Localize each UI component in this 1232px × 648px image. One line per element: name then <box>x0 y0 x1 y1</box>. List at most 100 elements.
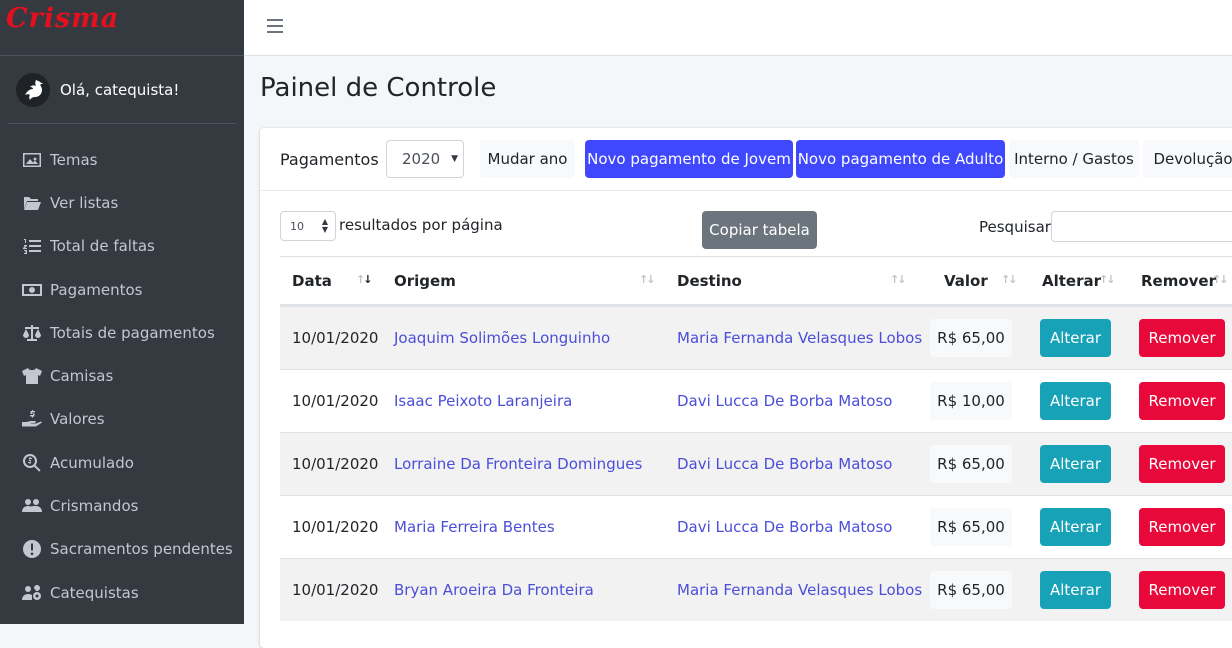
menu-toggle-icon[interactable] <box>267 19 283 35</box>
sidebar-item-acumulado[interactable]: Acumulado <box>0 441 244 484</box>
column-header-origem[interactable]: Origem <box>394 272 456 290</box>
remove-button[interactable]: Remover <box>1139 445 1225 483</box>
internal-expenses-button[interactable]: Interno / Gastos <box>1009 140 1139 178</box>
cell-data: 10/01/2020 <box>292 455 379 473</box>
year-select[interactable]: 2020 ▼ <box>386 140 464 178</box>
remove-button[interactable]: Remover <box>1139 319 1225 357</box>
chevron-down-icon: ▼ <box>451 154 458 164</box>
sidebar-item-label: Totais de pagamentos <box>50 323 215 342</box>
sidebar-item-catequistas[interactable]: Catequistas <box>0 571 244 614</box>
edit-button[interactable]: Alterar <box>1040 382 1111 420</box>
table-header: Data ↑↓ Origem ↑↓ Destino ↑↓ Valor ↑↓ Al… <box>280 256 1232 306</box>
cell-data: 10/01/2020 <box>292 392 379 410</box>
list-ol-icon <box>20 236 44 256</box>
cell-destino-link[interactable]: Davi Lucca De Borba Matoso <box>677 455 892 473</box>
sort-icon[interactable]: ↑↓ <box>1001 273 1018 286</box>
brand-logo[interactable]: Crisma <box>0 0 244 56</box>
sidebar-item-ver-listas[interactable]: Ver listas <box>0 181 244 224</box>
cell-valor: R$ 65,00 <box>930 445 1012 483</box>
sidebar-item-camisas[interactable]: Camisas <box>0 354 244 397</box>
users-icon <box>20 496 44 516</box>
column-header-alterar[interactable]: Alterar <box>1042 272 1101 290</box>
sort-desc-icon[interactable]: ↑↓ <box>356 273 373 286</box>
search-label: Pesquisar <box>979 218 1051 236</box>
copy-table-button[interactable]: Copiar tabela <box>702 211 817 249</box>
hand-holding-dollar-icon <box>20 409 44 429</box>
cell-origem-link[interactable]: Isaac Peixoto Laranjeira <box>394 392 572 410</box>
cell-destino-link[interactable]: Maria Fernanda Velasques Lobos <box>677 581 922 599</box>
sidebar-item-label: Acumulado <box>50 453 134 472</box>
column-header-data[interactable]: Data <box>292 272 332 290</box>
user-greeting[interactable]: Olá, catequista! <box>60 81 179 99</box>
remove-button[interactable]: Remover <box>1139 382 1225 420</box>
cell-valor: R$ 65,00 <box>930 319 1012 357</box>
cell-valor: R$ 65,00 <box>930 508 1012 546</box>
page-title: Painel de Controle <box>260 73 497 103</box>
card-header: Pagamentos 2020 ▼ Mudar ano Novo pagamen… <box>260 128 1232 191</box>
remove-button[interactable]: Remover <box>1139 508 1225 546</box>
cell-destino-link[interactable]: Maria Fernanda Velasques Lobos <box>677 329 922 347</box>
cell-origem-link[interactable]: Lorraine Da Fronteira Domingues <box>394 455 642 473</box>
edit-button[interactable]: Alterar <box>1040 319 1111 357</box>
sidebar-item-pagamentos[interactable]: Pagamentos <box>0 268 244 311</box>
cell-valor: R$ 10,00 <box>930 382 1012 420</box>
sidebar-item-label: Temas <box>50 150 98 169</box>
payments-card: Pagamentos 2020 ▼ Mudar ano Novo pagamen… <box>260 128 1232 648</box>
exclamation-circle-icon <box>20 539 44 559</box>
cell-origem-link[interactable]: Maria Ferreira Bentes <box>394 518 555 536</box>
sort-icon[interactable]: ↑↓ <box>1099 273 1116 286</box>
sidebar-item-total-faltas[interactable]: Total de faltas <box>0 225 244 268</box>
sidebar-item-totais-pagamentos[interactable]: Totais de pagamentos <box>0 311 244 354</box>
table-row: 10/01/2020 Maria Ferreira Bentes Davi Lu… <box>280 495 1232 558</box>
payments-table: Data ↑↓ Origem ↑↓ Destino ↑↓ Valor ↑↓ Al… <box>280 256 1232 621</box>
sidebar-nav: Temas Ver listas Total de faltas Pagamen… <box>0 124 244 614</box>
search-input[interactable] <box>1051 211 1232 242</box>
sidebar-item-sacramentos[interactable]: Sacramentos pendentes <box>0 528 244 571</box>
remove-button[interactable]: Remover <box>1139 571 1225 609</box>
edit-button[interactable]: Alterar <box>1040 445 1111 483</box>
table-row: 10/01/2020 Isaac Peixoto Laranjeira Davi… <box>280 369 1232 432</box>
cell-destino-link[interactable]: Davi Lucca De Borba Matoso <box>677 392 892 410</box>
sidebar-item-valores[interactable]: Valores <box>0 398 244 441</box>
sidebar-item-label: Total de faltas <box>50 237 155 256</box>
change-year-button[interactable]: Mudar ano <box>480 140 575 178</box>
table-row: 10/01/2020 Bryan Aroeira Da Fronteira Ma… <box>280 558 1232 621</box>
sidebar-item-label: Crismandos <box>50 497 139 516</box>
cell-origem-link[interactable]: Bryan Aroeira Da Fronteira <box>394 581 594 599</box>
payments-label: Pagamentos <box>280 150 379 169</box>
cell-data: 10/01/2020 <box>292 518 379 536</box>
money-bill-icon <box>20 280 44 300</box>
edit-button[interactable]: Alterar <box>1040 571 1111 609</box>
balance-scale-icon <box>20 323 44 343</box>
year-value: 2020 <box>402 150 441 168</box>
brand-name[interactable]: Crisma <box>6 3 119 34</box>
new-youth-payment-button[interactable]: Novo pagamento de Jovem <box>585 140 793 178</box>
sort-icon[interactable]: ↑↓ <box>639 273 656 286</box>
sort-icon[interactable]: ↑↓ <box>1212 273 1229 286</box>
page-length-select[interactable]: 10 ▲ ▼ <box>280 211 336 241</box>
cell-destino-link[interactable]: Davi Lucca De Borba Matoso <box>677 518 892 536</box>
sidebar-item-label: Camisas <box>50 367 114 386</box>
cell-data: 10/01/2020 <box>292 581 379 599</box>
table-row: 10/01/2020 Joaquim Solimões Longuinho Ma… <box>280 306 1232 369</box>
refund-button[interactable]: Devolução <box>1143 140 1232 178</box>
up-down-arrows-icon: ▲ ▼ <box>321 217 328 234</box>
users-cog-icon <box>20 583 44 603</box>
new-adult-payment-button[interactable]: Novo pagamento de Adulto <box>796 140 1005 178</box>
sidebar-item-label: Ver listas <box>50 193 119 212</box>
user-panel[interactable]: Olá, catequista! <box>8 56 236 124</box>
edit-button[interactable]: Alterar <box>1040 508 1111 546</box>
sidebar-item-label: Valores <box>50 410 105 429</box>
sidebar-item-label: Pagamentos <box>50 280 143 299</box>
dove-icon <box>16 72 50 107</box>
sort-icon[interactable]: ↑↓ <box>890 273 907 286</box>
sidebar-item-temas[interactable]: Temas <box>0 138 244 181</box>
column-header-destino[interactable]: Destino <box>677 272 742 290</box>
sidebar-item-crismandos[interactable]: Crismandos <box>0 484 244 527</box>
column-header-remover[interactable]: Remover <box>1141 272 1216 290</box>
search-dollar-icon <box>20 453 44 473</box>
column-header-valor[interactable]: Valor <box>944 272 988 290</box>
cell-origem-link[interactable]: Joaquim Solimões Longuinho <box>394 329 610 347</box>
tshirt-icon <box>20 366 44 386</box>
sidebar-item-label: Catequistas <box>50 583 139 602</box>
